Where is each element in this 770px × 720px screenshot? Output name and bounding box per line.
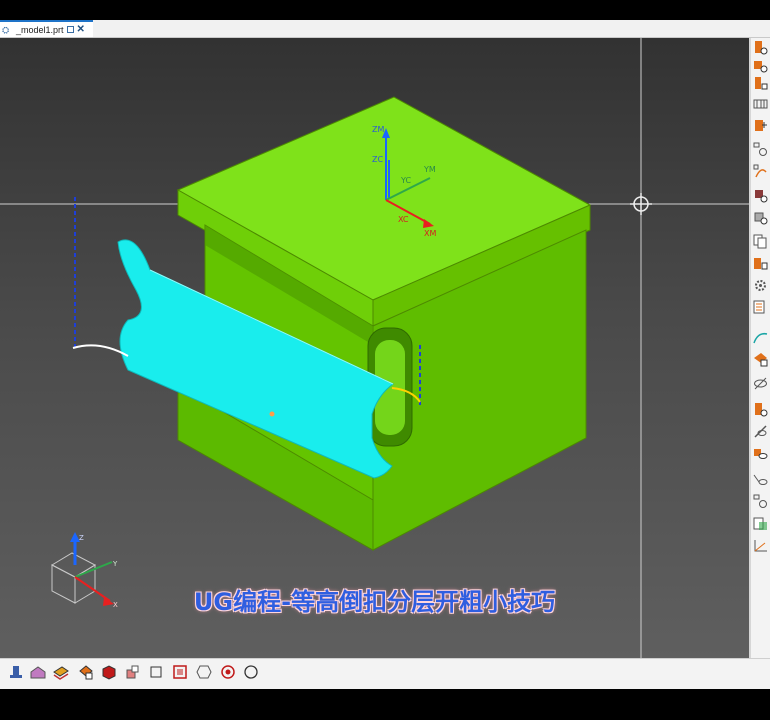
cube-edit-icon[interactable] xyxy=(753,256,768,271)
curve-icon[interactable] xyxy=(753,164,768,179)
wcs-zc-label: ZC xyxy=(372,155,383,164)
layers-icon[interactable] xyxy=(53,664,69,680)
part-file-icon: ⛭ xyxy=(2,24,10,35)
close-icon[interactable]: ✕ xyxy=(77,24,85,35)
settings-icon[interactable] xyxy=(753,278,768,293)
push-pull-icon[interactable] xyxy=(8,664,24,680)
feature-op-icon[interactable] xyxy=(753,76,768,91)
hide-all-icon[interactable] xyxy=(753,424,768,439)
red-box-icon[interactable] xyxy=(172,664,188,680)
graphics-window[interactable]: ZM ZC YM YC XC XM Z Y X UG编程-等高倒扣分层开粗小技巧 xyxy=(0,38,749,658)
crosshair-target-icon xyxy=(630,193,652,215)
surface-icon[interactable] xyxy=(753,352,768,367)
model-canvas[interactable]: ZM ZC YM YC XC XM Z Y X xyxy=(0,38,749,658)
mesh-icon[interactable] xyxy=(753,96,768,111)
wcs-xc-label: XC xyxy=(398,215,409,224)
paste-icon[interactable] xyxy=(753,516,768,531)
assembly-icon[interactable] xyxy=(78,664,94,680)
view-icon[interactable] xyxy=(753,446,768,461)
curve-view-icon[interactable] xyxy=(753,472,768,487)
wcs-yc-label: YC xyxy=(400,176,411,185)
triad-z-label: Z xyxy=(79,534,84,542)
spline-icon[interactable] xyxy=(753,330,768,345)
title-bar xyxy=(0,0,770,20)
list-icon[interactable] xyxy=(753,300,768,315)
blend-icon[interactable] xyxy=(753,118,768,133)
feature-icon[interactable] xyxy=(753,40,768,55)
surface-point[interactable] xyxy=(269,411,275,417)
white-curve[interactable] xyxy=(72,344,129,357)
cube-op-icon[interactable] xyxy=(753,188,768,203)
pin-icon[interactable] xyxy=(66,26,74,33)
sync2-icon[interactable] xyxy=(753,494,768,509)
sync-icon[interactable] xyxy=(753,142,768,157)
hexagon-icon[interactable] xyxy=(196,664,212,680)
wcs-zm-label: ZM xyxy=(372,125,384,134)
tab-title: _model1.prt xyxy=(16,24,64,35)
right-toolbar xyxy=(751,38,770,658)
circle-icon[interactable] xyxy=(243,664,259,680)
triad-y-label: Y xyxy=(112,560,118,568)
axis-icon[interactable] xyxy=(753,538,768,553)
cube-icon[interactable] xyxy=(101,664,117,680)
feature-box-icon[interactable] xyxy=(753,402,768,417)
part-nav-icon[interactable] xyxy=(30,664,46,680)
wcs-xm-label: XM xyxy=(424,229,436,238)
shapes-icon[interactable] xyxy=(125,664,141,680)
copy-icon[interactable] xyxy=(753,234,768,249)
feature-add-icon[interactable] xyxy=(753,58,768,73)
bottom-frame xyxy=(0,690,770,720)
cube-op2-icon[interactable] xyxy=(753,210,768,225)
hide-icon[interactable] xyxy=(753,376,768,391)
bottom-toolbar xyxy=(0,658,770,689)
tab-strip: ⛭ _model1.prt ✕ xyxy=(0,20,770,38)
square-icon[interactable] xyxy=(148,664,164,680)
video-caption: UG编程-等高倒扣分层开粗小技巧 xyxy=(193,588,556,616)
tab-model1[interactable]: ⛭ _model1.prt ✕ xyxy=(0,20,93,37)
record-icon[interactable] xyxy=(220,664,236,680)
wcs-ym-label: YM xyxy=(423,165,436,174)
